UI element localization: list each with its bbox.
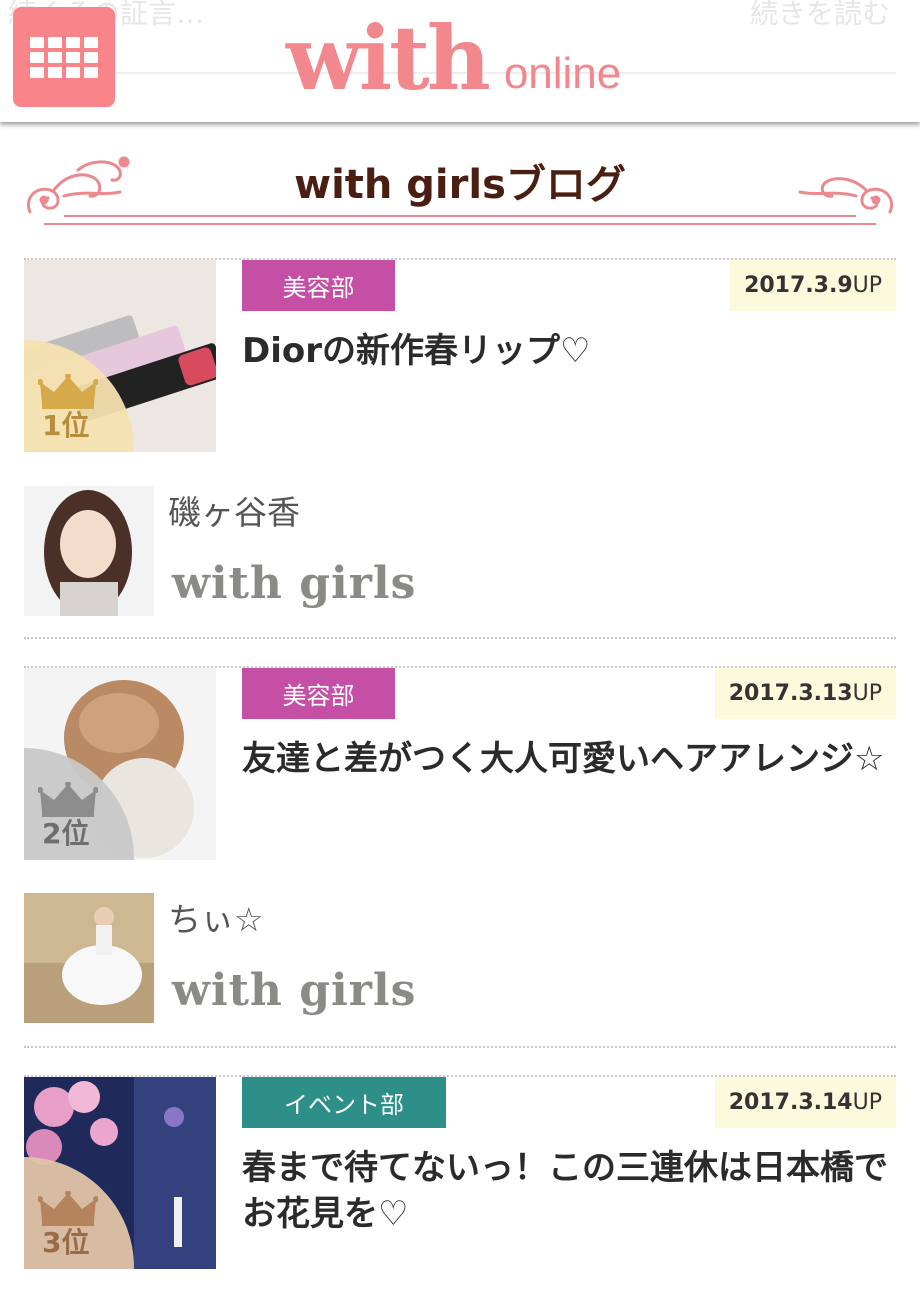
post-date: 2017.3.14 UP (714, 1077, 896, 1128)
author-name[interactable]: ちぃ☆ (168, 893, 264, 941)
author-avatar[interactable] (24, 893, 154, 1023)
author-block[interactable]: ちぃ☆ with girls (24, 893, 896, 1023)
author-block[interactable]: 磯ヶ谷香 with girls (24, 486, 896, 616)
crown-icon (38, 374, 98, 409)
blog-post[interactable]: 1位 美容部 2017.3.9 UP Diorの新作春リップ♡ (24, 260, 896, 452)
with-girls-label: with girls (172, 965, 417, 1016)
blog-post[interactable]: 2位 美容部 2017.3.13 UP 友達と差がつく大人可愛いヘアアレンジ☆ (24, 668, 896, 860)
post-thumbnail[interactable]: 1位 (24, 260, 216, 452)
post-date: 2017.3.13 UP (714, 668, 896, 719)
category-tag[interactable]: 美容部 (242, 668, 395, 719)
site-header: 続くその証言… 続きを読む with online (0, 0, 920, 122)
rank-label: 1位 (42, 409, 90, 442)
date-value: 2017.3.13 (728, 681, 853, 706)
section-title: with girlsブログ (294, 162, 626, 208)
post-thumbnail[interactable]: 3位 (24, 1077, 216, 1269)
post-title[interactable]: Diorの新作春リップ♡ (242, 328, 896, 374)
blog-post[interactable]: 3位 イベント部 2017.3.14 UP 春まで待てないっ！この三連休は日本橋で… (24, 1077, 896, 1269)
author-avatar[interactable] (24, 486, 154, 616)
background-read-more-link: 続きを読む (749, 0, 890, 30)
grid-menu-icon (30, 36, 98, 78)
date-suffix: UP (852, 273, 882, 298)
divider (24, 637, 896, 639)
date-value: 2017.3.9 (744, 273, 853, 298)
author-name[interactable]: 磯ヶ谷香 (168, 486, 300, 534)
divider (24, 1046, 896, 1048)
rank-label: 2位 (42, 817, 90, 850)
rank-label: 3位 (42, 1226, 90, 1259)
date-suffix: UP (852, 681, 882, 706)
date-suffix: UP (852, 1090, 882, 1115)
post-thumbnail[interactable]: 2位 (24, 668, 216, 860)
logo-wordmark: with (286, 6, 491, 110)
post-date: 2017.3.9 UP (730, 260, 896, 311)
date-value: 2017.3.14 (728, 1090, 853, 1115)
logo-subtitle: online (503, 49, 622, 98)
crown-icon (38, 1191, 98, 1226)
post-title[interactable]: 春まで待てないっ！この三連休は日本橋でお花見を♡ (242, 1145, 896, 1237)
site-logo[interactable]: with online (286, 2, 621, 102)
category-tag[interactable]: 美容部 (242, 260, 395, 311)
category-tag[interactable]: イベント部 (242, 1077, 446, 1128)
post-title[interactable]: 友達と差がつく大人可愛いヘアアレンジ☆ (242, 736, 896, 782)
section-heading: with girlsブログ (24, 140, 896, 230)
with-girls-label: with girls (172, 558, 417, 609)
crown-icon (38, 782, 98, 817)
menu-button[interactable] (13, 7, 115, 107)
